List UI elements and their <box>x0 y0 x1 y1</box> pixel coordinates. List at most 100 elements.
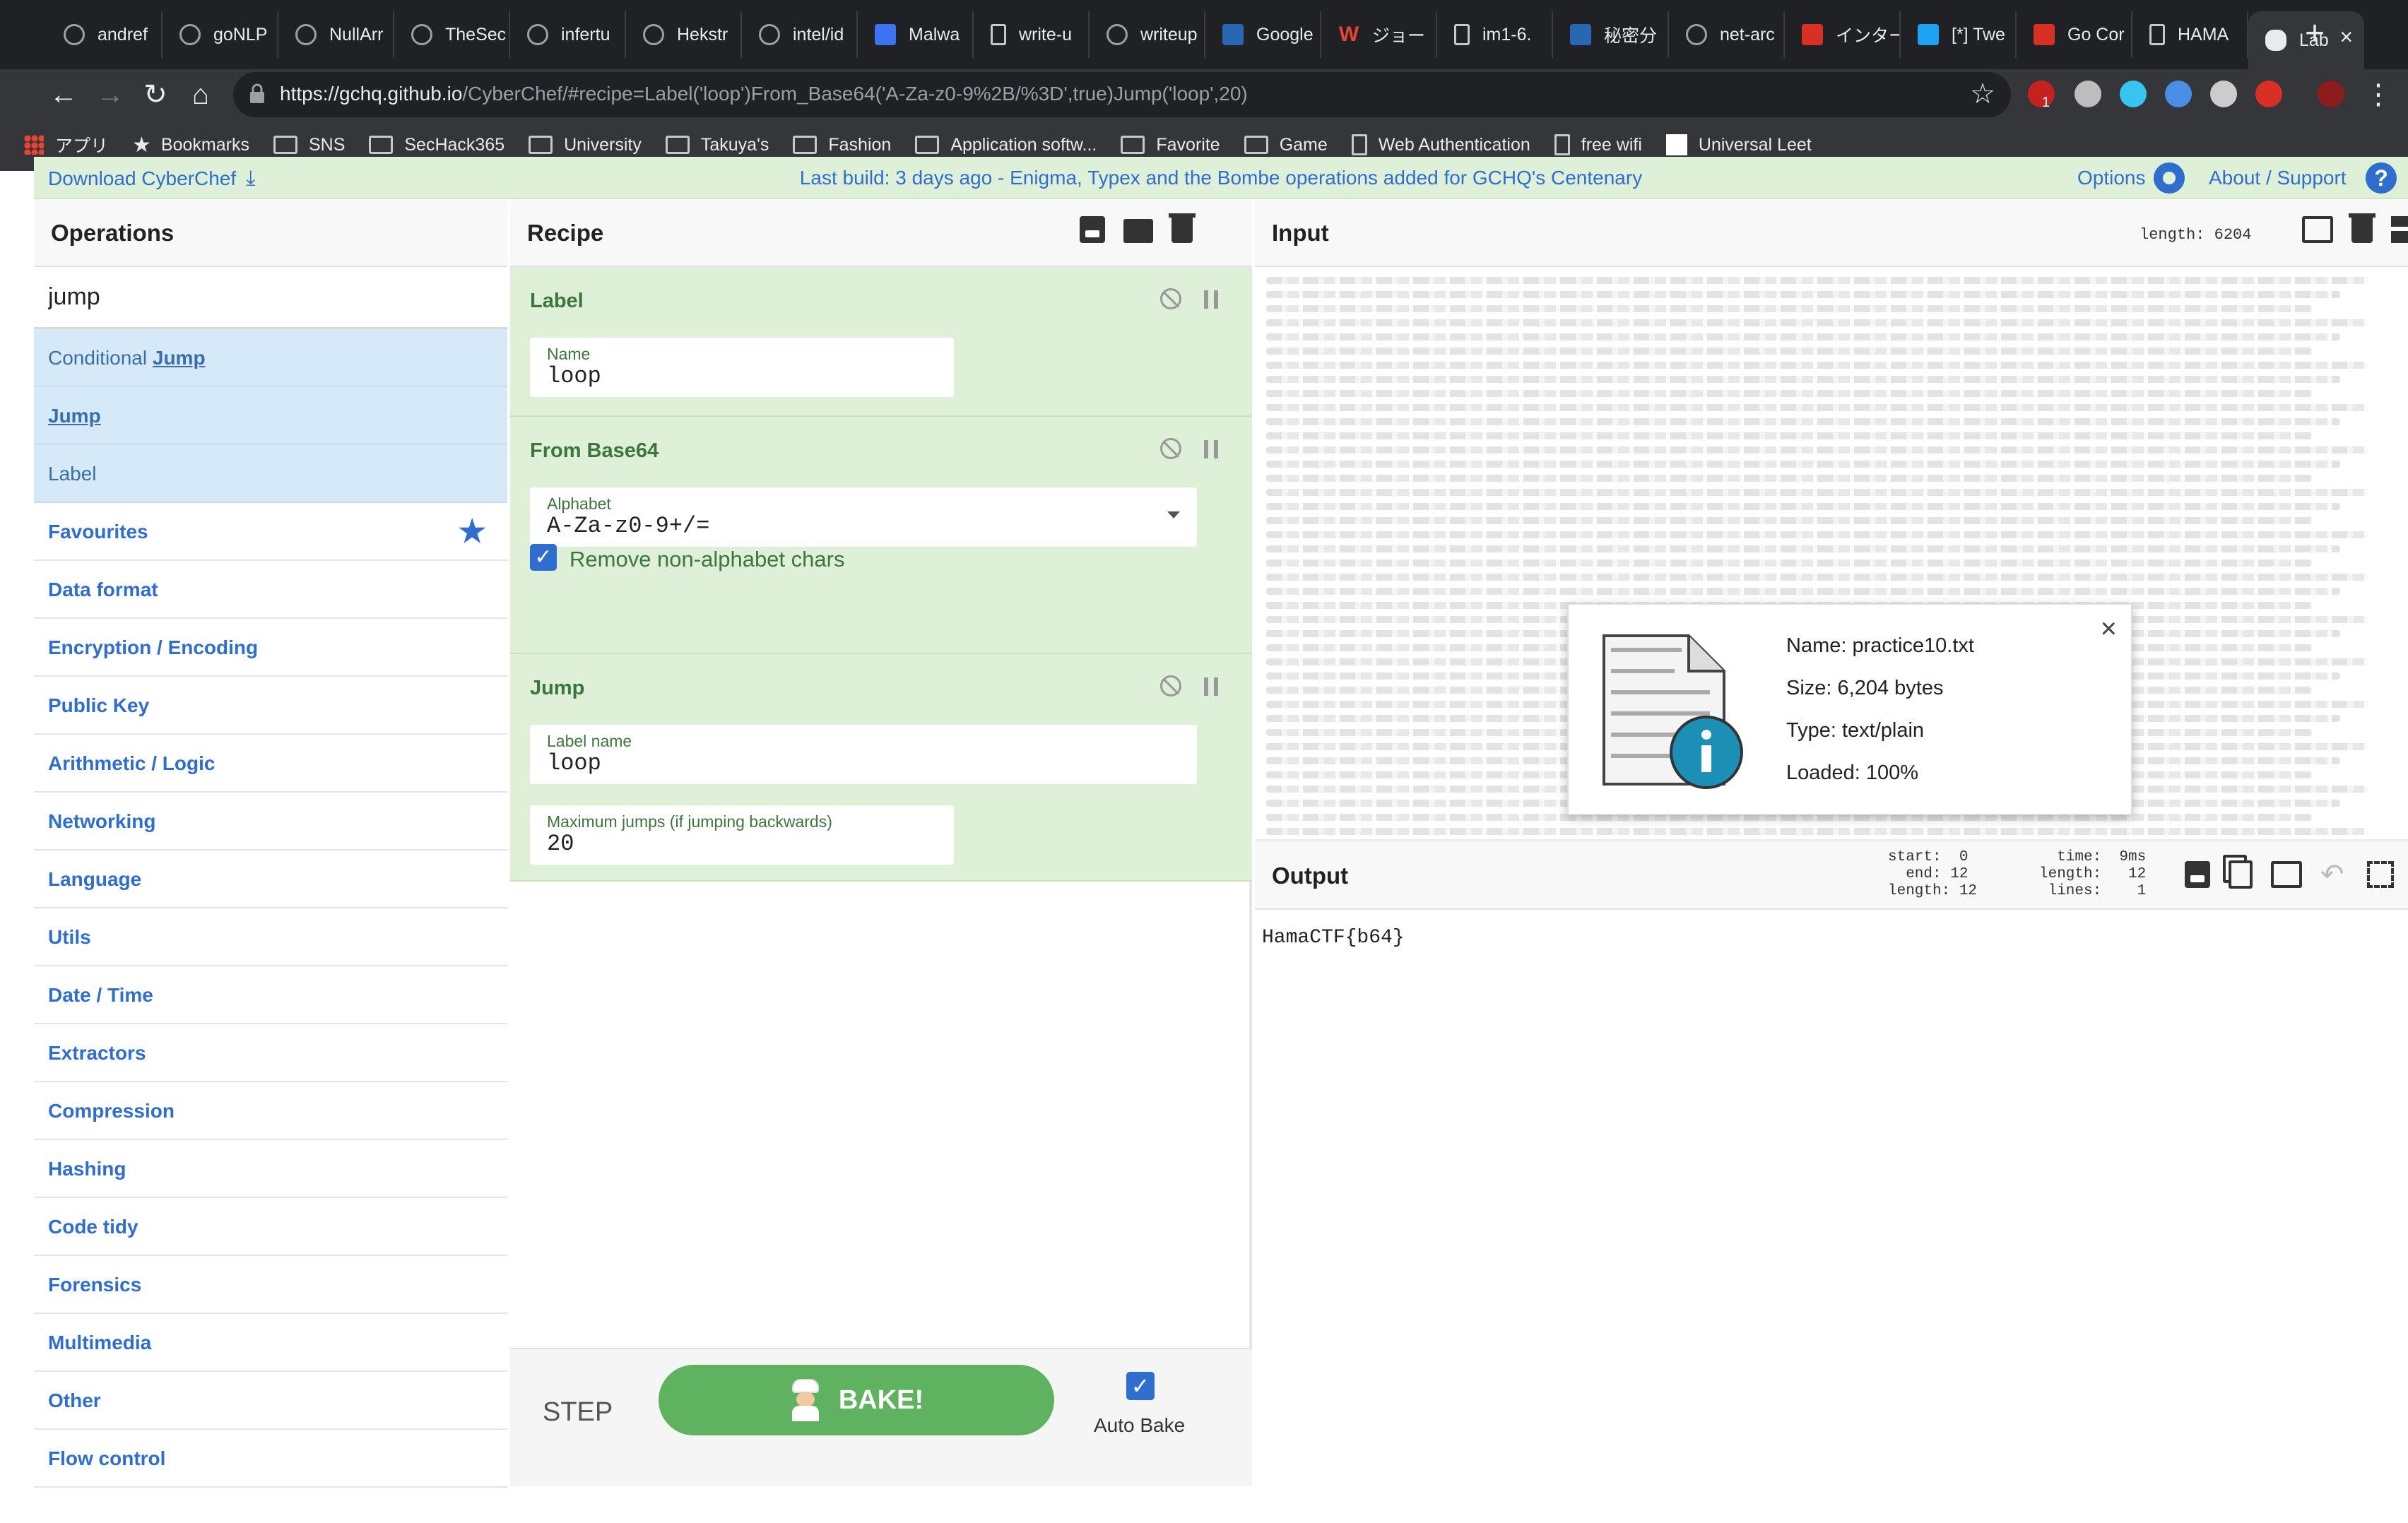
browser-tab[interactable]: write-u <box>974 11 1090 58</box>
menu-icon[interactable]: ⋮ <box>2357 73 2400 116</box>
browser-tab[interactable]: Malwa <box>858 11 974 58</box>
reset-layout-icon[interactable] <box>2391 216 2408 243</box>
step-button[interactable]: STEP <box>543 1397 613 1428</box>
auto-bake-checkbox[interactable]: ✓ <box>1126 1372 1155 1400</box>
download-link[interactable]: Download CyberChef ⤓ <box>48 167 255 191</box>
category-compression[interactable]: Compression <box>34 1082 507 1140</box>
browser-tab[interactable]: Google <box>1205 11 1321 58</box>
disable-op-icon[interactable] <box>1160 288 1181 309</box>
browser-tab[interactable]: 秘密分 <box>1553 11 1669 58</box>
breakpoint-icon[interactable] <box>1204 677 1218 696</box>
bookmark-item[interactable]: SecHack365 <box>369 135 504 155</box>
extension-icon[interactable] <box>2255 81 2282 107</box>
category-utils[interactable]: Utils <box>34 908 507 966</box>
category-multimedia[interactable]: Multimedia <box>34 1314 507 1372</box>
bookmark-item[interactable]: アプリ <box>24 132 108 158</box>
browser-tab[interactable]: TheSec <box>394 11 510 58</box>
category-extractors[interactable]: Extractors <box>34 1024 507 1082</box>
extension-icon[interactable] <box>2074 81 2101 107</box>
about-support-link[interactable]: About / Support <box>2209 167 2347 189</box>
slack-extension-icon[interactable] <box>2120 81 2147 107</box>
browser-tab[interactable]: [*] Twe <box>1901 11 2017 58</box>
max-jumps-field[interactable]: Maximum jumps (if jumping backwards) 20 <box>530 805 954 865</box>
jump-label-name-field[interactable]: Label name loop <box>530 725 1197 784</box>
home-icon[interactable]: ⌂ <box>179 73 222 116</box>
save-output-icon[interactable] <box>2185 861 2210 888</box>
category-hashing[interactable]: Hashing <box>34 1140 507 1198</box>
options-link[interactable]: Options <box>2077 167 2146 189</box>
category-language[interactable]: Language <box>34 851 507 908</box>
breakpoint-icon[interactable] <box>1204 440 1218 458</box>
bookmark-item[interactable]: free wifi <box>1554 134 1642 155</box>
bookmark-item[interactable]: Takuya's <box>665 135 769 155</box>
extension-icon[interactable] <box>2210 81 2237 107</box>
browser-tab[interactable]: andref <box>47 11 163 58</box>
bookmark-item[interactable]: Favorite <box>1121 135 1220 155</box>
extension-icon[interactable] <box>2165 81 2192 107</box>
close-icon[interactable]: × <box>2101 613 2117 645</box>
category-encryption-encoding[interactable]: Encryption / Encoding <box>34 619 507 677</box>
ublock-extension-icon[interactable] <box>2028 81 2055 107</box>
browser-tab[interactable]: Go Cor <box>2017 11 2132 58</box>
search-result-label[interactable]: Label <box>34 445 507 503</box>
open-file-icon[interactable] <box>2302 216 2333 243</box>
browser-tab[interactable]: HAMA <box>2132 11 2248 58</box>
close-tab-icon[interactable]: × <box>2339 24 2353 50</box>
category-public-key[interactable]: Public Key <box>34 677 507 735</box>
help-icon[interactable]: ? <box>2366 162 2397 194</box>
save-recipe-icon[interactable] <box>1080 216 1105 243</box>
browser-tab[interactable]: Hekstr <box>626 11 742 58</box>
bake-button[interactable]: BAKE! <box>659 1365 1054 1435</box>
clear-recipe-icon[interactable] <box>1169 213 1196 243</box>
breakpoint-icon[interactable] <box>1204 290 1218 309</box>
operations-search-input[interactable] <box>34 267 507 329</box>
recipe-op-label[interactable]: Label Name loop <box>510 267 1252 417</box>
undo-icon[interactable]: ↶ <box>2320 860 2349 889</box>
address-bar[interactable]: https://gchq.github.io/CyberChef/#recipe… <box>233 72 2011 117</box>
load-recipe-icon[interactable] <box>1123 219 1153 243</box>
bookmark-item[interactable]: SNS <box>273 135 345 155</box>
bookmark-item[interactable]: ★ Bookmarks <box>132 133 249 158</box>
remove-non-alphabet-checkbox[interactable]: ✓ <box>530 544 557 571</box>
bookmark-item[interactable]: Game <box>1244 135 1328 155</box>
label-name-field[interactable]: Name loop <box>530 338 954 397</box>
new-tab-icon[interactable]: + <box>2305 13 2325 55</box>
forward-icon[interactable]: → <box>89 73 131 116</box>
category-data-format[interactable]: Data format <box>34 561 507 619</box>
bookmark-item[interactable]: Universal Leet <box>1665 134 1812 155</box>
maximise-icon[interactable] <box>2367 861 2394 888</box>
browser-tab[interactable]: im1-6. <box>1437 11 1553 58</box>
category-networking[interactable]: Networking <box>34 793 507 851</box>
output-text[interactable]: HamaCTF{b64} <box>1262 927 1405 949</box>
copy-output-icon[interactable] <box>2229 860 2253 889</box>
browser-tab[interactable]: W ジョー <box>1321 11 1437 58</box>
category-date-time[interactable]: Date / Time <box>34 966 507 1024</box>
search-result-jump[interactable]: Jump <box>34 387 507 445</box>
category-favourites[interactable]: Favourites ★ <box>34 503 507 561</box>
reload-icon[interactable]: ↻ <box>134 73 177 116</box>
gear-icon[interactable] <box>2154 162 2185 194</box>
browser-tab[interactable]: インター <box>1785 11 1901 58</box>
bookmark-star-icon[interactable]: ☆ <box>1970 78 1995 110</box>
browser-tab[interactable]: goNLP <box>163 11 278 58</box>
browser-tab[interactable]: net-arc <box>1669 11 1785 58</box>
search-result-conditional-jump[interactable]: Conditional Jump <box>34 329 507 387</box>
category-arithmetic-logic[interactable]: Arithmetic / Logic <box>34 735 507 793</box>
bookmark-item[interactable]: Fashion <box>793 135 891 155</box>
browser-tab[interactable]: infertu <box>510 11 626 58</box>
profile-avatar[interactable] <box>2318 81 2344 107</box>
category-other[interactable]: Other <box>34 1372 507 1430</box>
replace-input-icon[interactable] <box>2271 861 2302 888</box>
disable-op-icon[interactable] <box>1160 675 1181 697</box>
alphabet-dropdown[interactable]: Alphabet A-Za-z0-9+/= <box>530 487 1197 547</box>
browser-tab[interactable]: writeup <box>1090 11 1205 58</box>
bookmark-item[interactable]: Application softw... <box>915 135 1097 155</box>
category-code-tidy[interactable]: Code tidy <box>34 1198 507 1256</box>
bookmark-item[interactable]: Web Authentication <box>1351 134 1530 155</box>
browser-tab[interactable]: NullArr <box>278 11 394 58</box>
recipe-op-from-base64[interactable]: From Base64 Alphabet A-Za-z0-9+/= ✓ Remo… <box>510 417 1252 654</box>
browser-tab[interactable]: intel/id <box>742 11 858 58</box>
category-forensics[interactable]: Forensics <box>34 1256 507 1314</box>
back-icon[interactable]: ← <box>42 73 85 116</box>
disable-op-icon[interactable] <box>1160 438 1181 459</box>
